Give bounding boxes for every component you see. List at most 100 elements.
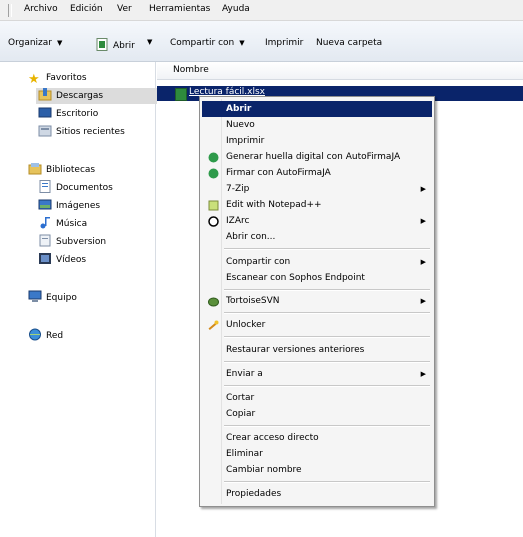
open-button[interactable]: Abrir [96, 38, 135, 51]
nav-desktop-label: Escritorio [56, 109, 99, 119]
menu-item-7zip[interactable]: 7-Zip ▶ [202, 181, 432, 197]
nav-network-label: Red [46, 331, 64, 341]
videos-icon [39, 253, 51, 264]
tortoisesvn-icon [208, 297, 219, 307]
nav-music-label: Música [56, 219, 88, 229]
music-note-icon [40, 217, 50, 229]
menu-separator [224, 425, 430, 427]
menu-separator [224, 289, 430, 291]
context-menu: Abrir Nuevo Imprimir Generar huella digi… [199, 96, 435, 507]
nav-favorites-label: Favoritos [46, 73, 87, 83]
chevron-down-icon: ▼ [239, 39, 245, 47]
submenu-arrow-icon: ▶ [420, 185, 426, 193]
organize-button[interactable]: Organizar ▼ [8, 38, 62, 48]
nav-libraries[interactable]: Bibliotecas [28, 162, 95, 178]
menu-item-properties[interactable]: Propiedades [202, 486, 432, 502]
print-button[interactable]: Imprimir [265, 38, 303, 48]
chevron-down-icon: ▼ [57, 39, 63, 47]
nav-images-label: Imágenes [56, 201, 101, 211]
menu-item-hash-autofirma[interactable]: Generar huella digital con AutoFirmaJA [202, 149, 432, 165]
nav-libraries-label: Bibliotecas [46, 165, 96, 175]
share-button[interactable]: Compartir con ▼ [170, 38, 245, 48]
menu-item-send-to[interactable]: Enviar a ▶ [202, 366, 432, 382]
menu-separator [224, 312, 430, 314]
menu-item-new[interactable]: Nuevo [202, 117, 432, 133]
menu-separator [224, 361, 430, 363]
toolbar: Organizar ▼ Abrir ▼ Compartir con ▼ Imprim… [0, 21, 523, 62]
menu-herramientas[interactable]: Herramientas [149, 4, 210, 14]
menu-item-notepadpp[interactable]: Edit with Notepad++ [202, 197, 432, 213]
menu-separator [224, 248, 430, 250]
menu-item-print[interactable]: Imprimir [202, 133, 432, 149]
open-label: Abrir [113, 41, 135, 51]
share-label: Compartir con [170, 38, 235, 48]
menu-item-delete[interactable]: Eliminar [202, 446, 432, 462]
nav-videos[interactable]: Vídeos [38, 252, 86, 268]
menu-archivo[interactable]: Archivo [24, 4, 58, 14]
menu-item-open-with[interactable]: Abrir con... [202, 229, 432, 245]
menu-item-izarc[interactable]: IZArc ▶ [202, 213, 432, 229]
navigation-pane: ★ Favoritos Descargas Escritorio Sitios r… [0, 62, 157, 537]
nav-subversion[interactable]: Subversion [38, 234, 106, 250]
notepadpp-icon [208, 200, 219, 211]
network-icon [29, 328, 41, 341]
nav-downloads-label: Descargas [56, 91, 104, 101]
libraries-icon [28, 163, 42, 175]
nav-recent[interactable]: Sitios recientes [38, 124, 125, 140]
nav-desktop[interactable]: Escritorio [38, 106, 98, 122]
downloads-folder-icon [38, 88, 52, 101]
nav-music[interactable]: Música [38, 216, 87, 232]
nav-subversion-label: Subversion [56, 237, 107, 247]
excel-file-icon [96, 38, 108, 51]
nav-images[interactable]: Imágenes [38, 198, 100, 214]
library-folder-icon [39, 234, 51, 247]
menu-item-open[interactable]: Abrir [202, 101, 432, 117]
nav-downloads[interactable]: Descargas [36, 88, 157, 104]
menu-separator [224, 385, 430, 387]
menu-item-unlocker[interactable]: Unlocker [202, 317, 432, 333]
menu-separator [224, 336, 430, 338]
menu-item-rename[interactable]: Cambiar nombre [202, 462, 432, 478]
menu-bar: Archivo Edición Ver Herramientas Ayuda [0, 0, 523, 21]
submenu-arrow-icon: ▶ [420, 217, 426, 225]
recent-places-icon [38, 125, 52, 137]
menu-item-sign-autofirma[interactable]: Firmar con AutoFirmaJA [202, 165, 432, 181]
documents-icon [39, 180, 51, 193]
menu-item-copy[interactable]: Copiar [202, 406, 432, 422]
nav-documents[interactable]: Documentos [38, 180, 113, 196]
submenu-arrow-icon: ▶ [420, 370, 426, 378]
izarc-icon [208, 216, 219, 227]
submenu-arrow-icon: ▶ [420, 258, 426, 266]
unlocker-wand-icon [208, 320, 219, 330]
menu-separator [224, 481, 430, 483]
column-header-label: Nombre [173, 65, 209, 75]
menu-ver[interactable]: Ver [117, 4, 132, 14]
menu-item-share[interactable]: Compartir con ▶ [202, 254, 432, 270]
computer-icon [28, 290, 42, 302]
submenu-arrow-icon: ▶ [420, 297, 426, 305]
nav-network[interactable]: Red [28, 328, 63, 344]
nav-computer[interactable]: Equipo [28, 290, 77, 306]
menu-item-restore-versions[interactable]: Restaurar versiones anteriores [202, 342, 432, 358]
images-icon [38, 199, 52, 210]
autofirma-icon [208, 152, 219, 163]
nav-documents-label: Documentos [56, 183, 113, 193]
desktop-icon [38, 107, 52, 118]
menu-item-tortoisesvn[interactable]: TortoiseSVN ▶ [202, 293, 432, 309]
nav-computer-label: Equipo [46, 293, 77, 303]
menu-item-cut[interactable]: Cortar [202, 390, 432, 406]
star-icon: ★ [28, 72, 40, 87]
autofirma-icon [208, 168, 219, 179]
column-header-name[interactable]: Nombre [157, 62, 523, 80]
menu-ayuda[interactable]: Ayuda [222, 4, 250, 14]
menu-item-sophos-scan[interactable]: Escanear con Sophos Endpoint [202, 270, 432, 286]
nav-favorites[interactable]: ★ Favoritos [28, 70, 87, 87]
menu-grip [8, 4, 12, 17]
nav-videos-label: Vídeos [56, 255, 87, 265]
menu-item-create-shortcut[interactable]: Crear acceso directo [202, 430, 432, 446]
menu-edicion[interactable]: Edición [70, 4, 103, 14]
excel-file-icon [175, 88, 187, 101]
nav-recent-label: Sitios recientes [56, 127, 125, 137]
new-folder-button[interactable]: Nueva carpeta [316, 38, 382, 48]
open-dropdown-icon[interactable]: ▼ [147, 38, 152, 46]
